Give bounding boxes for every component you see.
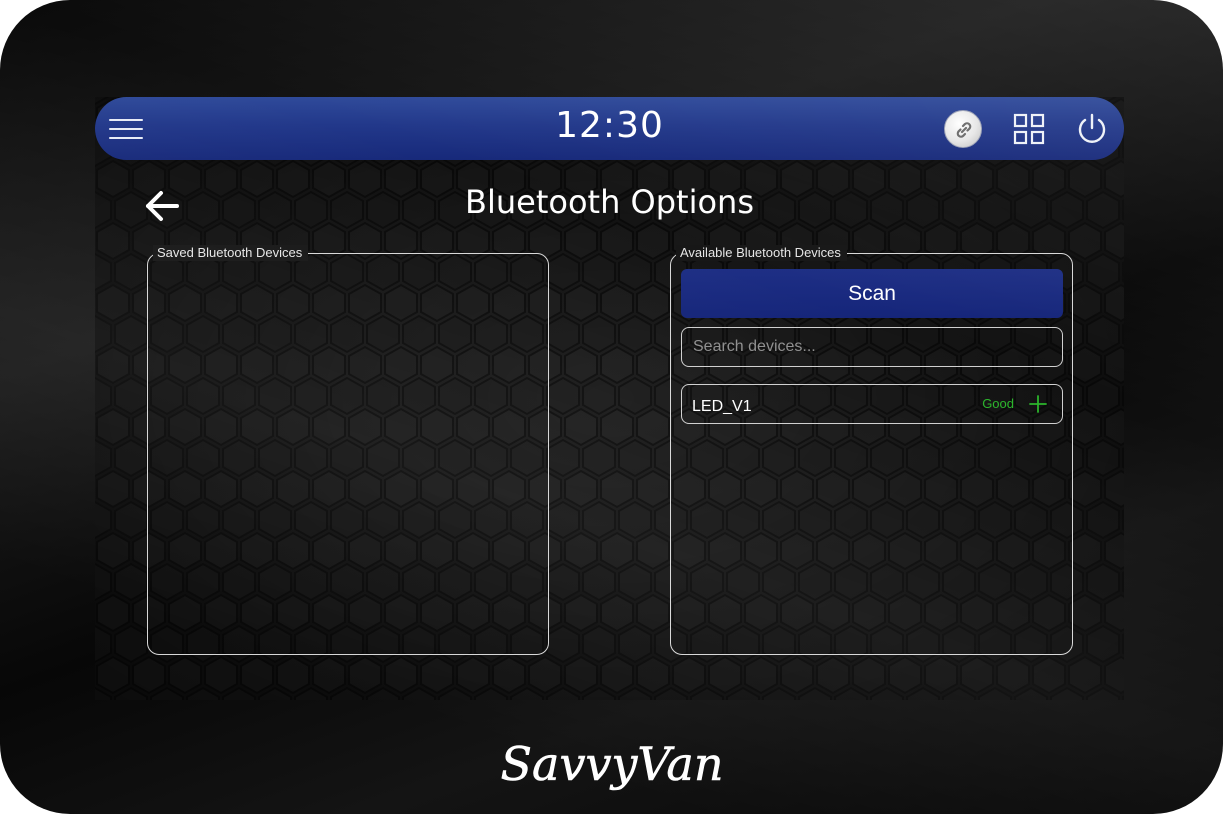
- scan-button[interactable]: Scan: [681, 269, 1063, 318]
- search-field: [681, 327, 1063, 367]
- power-icon: [1078, 113, 1106, 143]
- device-signal-status: Good: [982, 396, 1014, 411]
- device-list-item[interactable]: LED_V1 Good: [681, 384, 1063, 424]
- brand-logo: SavvyVan: [0, 730, 1223, 810]
- device-name: LED_V1: [692, 398, 752, 415]
- plus-icon[interactable]: [1028, 394, 1048, 414]
- saved-devices-panel: Saved Bluetooth Devices: [147, 245, 549, 655]
- apps-grid-button[interactable]: [1012, 112, 1046, 146]
- link-button[interactable]: [944, 110, 982, 148]
- power-button[interactable]: [1074, 111, 1110, 147]
- search-input[interactable]: [682, 328, 1062, 366]
- svg-text:SavvyVan: SavvyVan: [500, 737, 723, 791]
- device-bezel: 12:30 Bluetooth Options Saved Bluetooth …: [0, 0, 1223, 814]
- available-devices-legend: Available Bluetooth Devices: [676, 245, 847, 261]
- available-devices-panel: Available Bluetooth Devices Scan LED_V1 …: [670, 245, 1073, 655]
- savvyvan-logo: SavvyVan: [500, 737, 724, 792]
- page-title: Bluetooth Options: [465, 183, 754, 221]
- grid-icon: [1013, 113, 1045, 145]
- link-icon: [956, 122, 972, 138]
- saved-devices-legend: Saved Bluetooth Devices: [153, 245, 309, 261]
- top-bar: 12:30: [95, 97, 1124, 160]
- screen: 12:30 Bluetooth Options Saved Bluetooth …: [95, 97, 1124, 700]
